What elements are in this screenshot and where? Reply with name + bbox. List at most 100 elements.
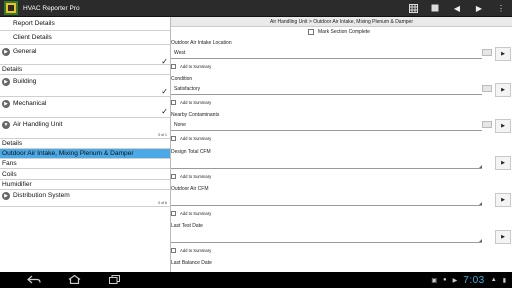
field-label-last-balance-date: Last Balance Date bbox=[171, 260, 212, 266]
group-building[interactable]: ▶ Building ✓ bbox=[0, 75, 170, 97]
add-to-summary-label: Add to Summary bbox=[180, 211, 212, 216]
home-icon[interactable] bbox=[54, 274, 94, 286]
add-to-summary-checkbox[interactable] bbox=[171, 100, 176, 105]
expand-icon: ▼ bbox=[2, 121, 10, 129]
list-item-report-details[interactable]: Report Details bbox=[0, 17, 170, 31]
back-icon[interactable] bbox=[14, 275, 54, 286]
status-area: ▣ ● ▶ 7:03 ▲ ▮ bbox=[431, 272, 506, 288]
wifi-icon: ▲ bbox=[490, 277, 497, 283]
square-icon[interactable] bbox=[424, 0, 446, 17]
list-item-coils[interactable]: Coils bbox=[0, 169, 170, 180]
checkmark-icon: ✓ bbox=[161, 87, 168, 96]
field-underline bbox=[171, 94, 482, 95]
field-action-button[interactable]: ▶ bbox=[495, 119, 511, 133]
field-underline bbox=[171, 58, 482, 59]
group-label: General bbox=[13, 48, 37, 55]
recent-apps-icon[interactable] bbox=[94, 274, 134, 286]
field-action-button[interactable]: ▶ bbox=[495, 156, 511, 170]
field-underline bbox=[171, 130, 482, 131]
mark-complete-checkbox[interactable] bbox=[308, 28, 314, 35]
group-distribution-system[interactable]: ▶ Distribution System 0 of 6 bbox=[0, 190, 170, 207]
list-item-outdoor-air-intake[interactable]: Outdoor Air Intake, Mixing Plenum & Damp… bbox=[0, 149, 170, 159]
add-to-summary-toggle[interactable]: Add to Summary bbox=[171, 211, 211, 216]
add-to-summary-toggle[interactable]: Add to Summary bbox=[171, 64, 211, 69]
add-to-summary-label: Add to Summary bbox=[180, 64, 212, 69]
field-action-button[interactable]: ▶ bbox=[495, 230, 511, 244]
clock: 7:03 bbox=[463, 274, 485, 286]
group-count: 0 of 1 bbox=[158, 133, 167, 137]
field-action-button[interactable]: ▶ bbox=[495, 47, 511, 61]
list-item-humidifier[interactable]: Humidifier bbox=[0, 180, 170, 190]
select-outdoor-air-intake-location[interactable]: West bbox=[174, 50, 185, 56]
chevron-right-icon[interactable]: ▶ bbox=[468, 0, 490, 17]
list-item-label: Fans bbox=[2, 160, 17, 167]
notification-icon: ▣ bbox=[431, 277, 438, 284]
add-to-summary-toggle[interactable]: Add to Summary bbox=[171, 248, 211, 253]
main-content: Report Details Client Details ▶ General … bbox=[0, 17, 512, 272]
dropdown-toggle-icon[interactable] bbox=[482, 85, 492, 92]
overflow-menu-icon[interactable]: ⋮ bbox=[490, 0, 512, 17]
list-item-label: Details bbox=[2, 66, 23, 73]
add-to-summary-checkbox[interactable] bbox=[171, 174, 176, 179]
dropdown-toggle-icon[interactable] bbox=[482, 49, 492, 56]
add-to-summary-checkbox[interactable] bbox=[171, 248, 176, 253]
group-label: Air Handling Unit bbox=[13, 121, 63, 128]
group-label: Building bbox=[13, 78, 37, 85]
add-to-summary-label: Add to Summary bbox=[180, 174, 212, 179]
select-condition[interactable]: Satisfactory bbox=[174, 86, 200, 92]
field-action-button[interactable]: ▶ bbox=[495, 83, 511, 97]
group-label: Distribution System bbox=[13, 192, 70, 199]
media-icon: ▶ bbox=[452, 277, 458, 284]
field-label-outdoor-air-intake-location: Outdoor Air Intake Location bbox=[171, 40, 232, 46]
list-item-label: Details bbox=[2, 140, 23, 147]
field-underline bbox=[171, 168, 482, 169]
add-to-summary-toggle[interactable]: Add to Summary bbox=[171, 174, 211, 179]
action-bar: HVAC Reporter Pro ◀ ▶ ⋮ bbox=[0, 0, 512, 17]
expand-icon: ▶ bbox=[2, 100, 10, 108]
grid-icon[interactable] bbox=[402, 0, 424, 17]
group-mechanical[interactable]: ▶ Mechanical ✓ bbox=[0, 97, 170, 118]
field-action-button[interactable]: ▶ bbox=[495, 193, 511, 207]
add-to-summary-checkbox[interactable] bbox=[171, 211, 176, 216]
chevron-left-icon[interactable]: ◀ bbox=[446, 0, 468, 17]
field-label-design-total-cfm: Design Total CFM bbox=[171, 149, 211, 155]
select-nearby-contaminants[interactable]: None bbox=[174, 122, 186, 128]
breadcrumb: Air Handling Unit > Outdoor Air Intake, … bbox=[171, 17, 512, 27]
add-to-summary-label: Add to Summary bbox=[180, 136, 212, 141]
field-label-nearby-contaminants: Nearby Contaminants bbox=[171, 112, 220, 118]
add-to-summary-label: Add to Summary bbox=[180, 248, 212, 253]
add-to-summary-checkbox[interactable] bbox=[171, 136, 176, 141]
list-item-label: Outdoor Air Intake, Mixing Plenum & Damp… bbox=[2, 150, 134, 157]
field-underline bbox=[171, 242, 482, 243]
android-icon: ● bbox=[443, 277, 447, 283]
group-general[interactable]: ▶ General ✓ bbox=[0, 45, 170, 66]
group-air-handling-unit[interactable]: ▼ Air Handling Unit 0 of 1 bbox=[0, 118, 170, 139]
add-to-summary-label: Add to Summary bbox=[180, 100, 212, 105]
add-to-summary-toggle[interactable]: Add to Summary bbox=[171, 100, 211, 105]
list-item-label: Report Details bbox=[13, 20, 55, 27]
field-label-condition: Condition bbox=[171, 76, 193, 82]
list-item-fans[interactable]: Fans bbox=[0, 159, 170, 169]
group-count: 0 of 6 bbox=[158, 201, 167, 205]
add-to-summary-toggle[interactable]: Add to Summary bbox=[171, 136, 211, 141]
section-list: Report Details Client Details ▶ General … bbox=[0, 17, 171, 272]
app-logo-icon bbox=[3, 0, 19, 16]
detail-pane: Air Handling Unit > Outdoor Air Intake, … bbox=[171, 17, 512, 272]
field-underline bbox=[171, 205, 482, 206]
mark-section-complete[interactable]: Mark Section Complete bbox=[171, 27, 512, 36]
field-label-last-test-date: Last Test Date bbox=[171, 223, 203, 229]
checkmark-icon: ✓ bbox=[161, 107, 168, 116]
app-title: HVAC Reporter Pro bbox=[23, 4, 80, 12]
list-item-label: Coils bbox=[2, 170, 17, 178]
list-item-label: Client Details bbox=[13, 34, 52, 41]
mark-complete-label: Mark Section Complete bbox=[318, 28, 370, 35]
battery-icon: ▮ bbox=[502, 277, 506, 284]
list-item-details[interactable]: Details bbox=[0, 65, 170, 75]
expand-icon: ▶ bbox=[2, 78, 10, 86]
list-item-ahu-details[interactable]: Details bbox=[0, 139, 170, 149]
list-item-client-details[interactable]: Client Details bbox=[0, 31, 170, 45]
dropdown-toggle-icon[interactable] bbox=[482, 121, 492, 128]
add-to-summary-checkbox[interactable] bbox=[171, 64, 176, 69]
system-nav-bar: ▣ ● ▶ 7:03 ▲ ▮ bbox=[0, 272, 512, 288]
group-label: Mechanical bbox=[13, 100, 47, 107]
